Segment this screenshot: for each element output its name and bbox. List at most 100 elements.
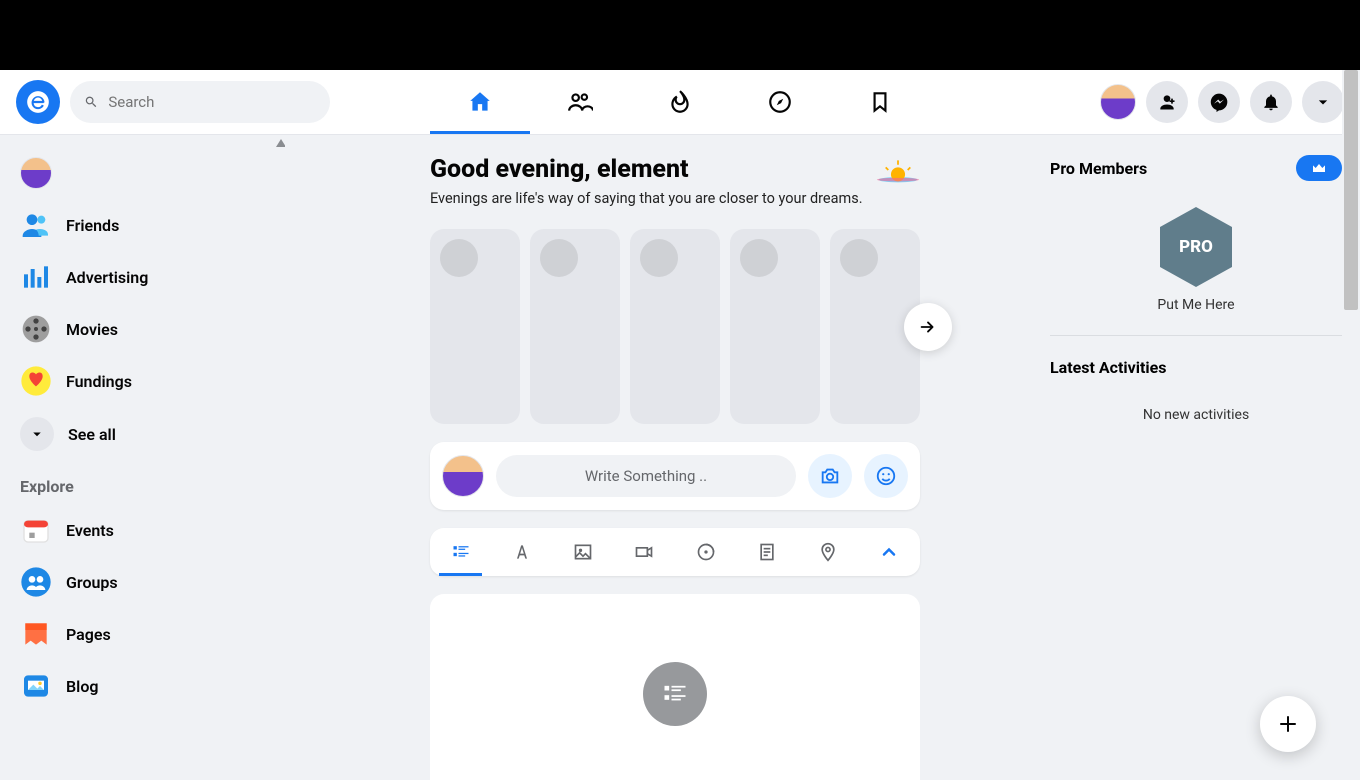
composer-photo-button[interactable] bbox=[808, 454, 852, 498]
filter-video[interactable] bbox=[617, 528, 672, 576]
filter-text[interactable] bbox=[494, 528, 549, 576]
fundings-icon bbox=[20, 365, 52, 397]
search-input[interactable] bbox=[108, 93, 316, 111]
search-field[interactable] bbox=[70, 81, 330, 123]
topbar bbox=[0, 70, 1360, 135]
smile-icon bbox=[875, 465, 897, 487]
chevron-up-icon bbox=[879, 542, 899, 562]
logo-e-icon bbox=[25, 89, 51, 115]
sidebar-advertising[interactable]: Advertising bbox=[8, 251, 277, 303]
filter-collapse[interactable] bbox=[862, 528, 917, 576]
browser-chrome-blackbar bbox=[0, 0, 1360, 70]
plus-icon bbox=[1276, 712, 1300, 736]
post-composer: Write Something .. bbox=[430, 442, 920, 510]
put-me-here-link[interactable]: Put Me Here bbox=[1050, 297, 1342, 313]
sunset-icon bbox=[876, 155, 920, 185]
story-avatar-placeholder bbox=[640, 239, 678, 277]
filter-file[interactable] bbox=[739, 528, 794, 576]
topbar-right bbox=[1100, 81, 1344, 123]
composer-emoji-button[interactable] bbox=[864, 454, 908, 498]
arrow-right-icon bbox=[917, 316, 939, 338]
messenger-icon bbox=[1209, 92, 1229, 112]
crown-icon bbox=[1311, 160, 1327, 176]
stories-next-button[interactable] bbox=[904, 303, 952, 351]
sidebar-pages[interactable]: Pages bbox=[8, 608, 277, 660]
pro-badge-button[interactable] bbox=[1296, 155, 1342, 181]
disc-icon bbox=[696, 542, 716, 562]
avatar-icon bbox=[20, 157, 52, 189]
sidebar-friends[interactable]: Friends bbox=[8, 199, 277, 251]
video-icon bbox=[634, 542, 654, 562]
pin-icon bbox=[818, 542, 838, 562]
home-icon bbox=[467, 89, 493, 115]
sidebar-item-label: Friends bbox=[66, 216, 119, 235]
messages-button[interactable] bbox=[1198, 81, 1240, 123]
search-icon bbox=[84, 94, 98, 110]
story-card[interactable] bbox=[530, 229, 620, 424]
pro-hexagon[interactable]: PRO bbox=[1156, 207, 1236, 287]
sidebar-scroll-caret-icon bbox=[276, 139, 285, 147]
advertising-icon bbox=[20, 261, 52, 293]
composer-input[interactable]: Write Something .. bbox=[496, 455, 796, 497]
story-card[interactable] bbox=[430, 229, 520, 424]
story-avatar-placeholder bbox=[840, 239, 878, 277]
people-icon bbox=[567, 89, 593, 115]
nav-explore[interactable] bbox=[730, 70, 830, 134]
filter-photo[interactable] bbox=[556, 528, 611, 576]
sidebar-groups[interactable]: Groups bbox=[8, 556, 277, 608]
sidebar-events[interactable]: Events bbox=[8, 504, 277, 556]
site-logo[interactable] bbox=[16, 80, 60, 124]
story-avatar-placeholder bbox=[540, 239, 578, 277]
nav-home[interactable] bbox=[430, 70, 530, 134]
groups-icon bbox=[20, 566, 52, 598]
bookmark-icon bbox=[867, 89, 893, 115]
nav-saved[interactable] bbox=[830, 70, 930, 134]
list-icon bbox=[451, 542, 471, 562]
chevron-down-icon bbox=[20, 417, 54, 451]
bell-icon bbox=[1261, 92, 1281, 112]
story-card[interactable] bbox=[730, 229, 820, 424]
sidebar-item-label: Groups bbox=[66, 573, 118, 592]
sidebar-item-label: Events bbox=[66, 521, 114, 540]
sidebar-item-label: Movies bbox=[66, 320, 118, 339]
sidebar-item-label: See all bbox=[68, 425, 116, 444]
nav-tabs bbox=[430, 70, 930, 134]
sidebar-blog[interactable]: Blog bbox=[8, 660, 277, 712]
greeting-subtitle: Evenings are life's way of saying that y… bbox=[430, 190, 863, 207]
sidebar-profile[interactable] bbox=[8, 147, 277, 199]
composer-avatar[interactable] bbox=[442, 455, 484, 497]
divider bbox=[1050, 335, 1342, 336]
friends-icon bbox=[20, 209, 52, 241]
story-avatar-placeholder bbox=[740, 239, 778, 277]
sidebar-item-label: Blog bbox=[66, 677, 98, 696]
pages-icon bbox=[20, 618, 52, 650]
sidebar-item-label: Pages bbox=[66, 625, 111, 644]
sidebar-fundings[interactable]: Fundings bbox=[8, 355, 277, 407]
camera-icon bbox=[819, 465, 841, 487]
no-activities-text: No new activities bbox=[1050, 407, 1342, 423]
friend-requests-button[interactable] bbox=[1146, 81, 1188, 123]
create-fab[interactable] bbox=[1260, 696, 1316, 752]
user-avatar[interactable] bbox=[1100, 84, 1136, 120]
notifications-button[interactable] bbox=[1250, 81, 1292, 123]
feed-filter-bar bbox=[430, 528, 920, 576]
nav-trending[interactable] bbox=[630, 70, 730, 134]
sidebar-see-all[interactable]: See all bbox=[8, 407, 277, 461]
feed-empty-icon bbox=[643, 662, 707, 726]
stories-carousel bbox=[430, 229, 930, 424]
sidebar-item-label: Fundings bbox=[66, 372, 132, 391]
filter-location[interactable] bbox=[801, 528, 856, 576]
nav-people[interactable] bbox=[530, 70, 630, 134]
events-icon bbox=[20, 514, 52, 546]
flame-icon bbox=[667, 89, 693, 115]
sidebar-movies[interactable]: Movies bbox=[8, 303, 277, 355]
page-scrollbar[interactable] bbox=[1342, 70, 1360, 780]
feed-empty-card bbox=[430, 594, 920, 780]
filter-all[interactable] bbox=[433, 528, 488, 576]
account-menu-button[interactable] bbox=[1302, 81, 1344, 123]
filter-audio[interactable] bbox=[678, 528, 733, 576]
latest-activities-header: Latest Activities bbox=[1050, 358, 1342, 377]
story-card[interactable] bbox=[630, 229, 720, 424]
main-feed: Good evening, element Evenings are life'… bbox=[285, 135, 1050, 780]
scrollbar-thumb[interactable] bbox=[1344, 70, 1358, 310]
